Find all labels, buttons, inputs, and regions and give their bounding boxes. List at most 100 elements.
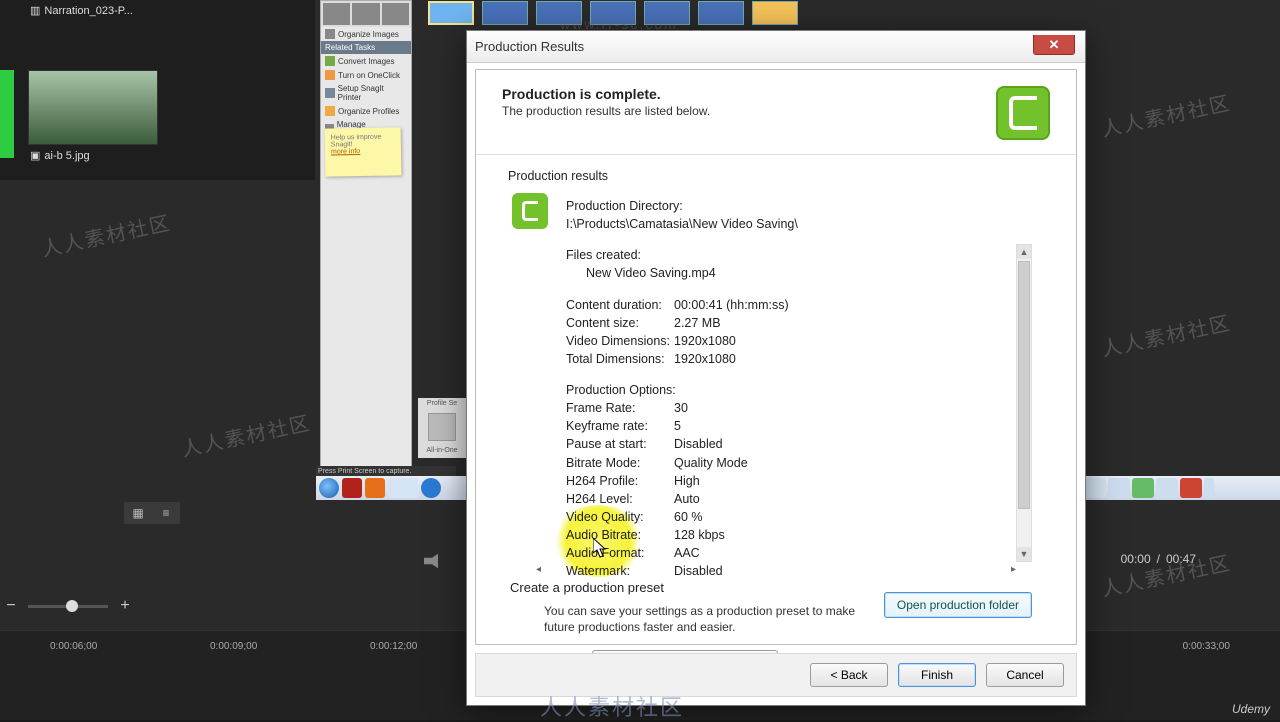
ruler-tick: 0:00:33;00 [1183, 641, 1230, 661]
results-title: Production results [508, 169, 1070, 183]
tray-more[interactable] [1204, 478, 1214, 498]
preset-menu-time[interactable] [752, 1, 798, 25]
preset-web[interactable] [698, 1, 744, 25]
row-value: AAC [674, 544, 700, 562]
tray-rec[interactable] [1180, 478, 1202, 498]
time-readout: 00:00 / 00:47 [1121, 552, 1196, 566]
zoom-in-button[interactable]: + [118, 597, 132, 615]
row-value: High [674, 472, 700, 490]
list-view-icon[interactable]: ≡ [152, 502, 180, 524]
tray-camtasia[interactable] [1132, 478, 1154, 498]
media-item-audio[interactable]: ▥ Narration_023-P... [28, 0, 168, 21]
selection-indicator [0, 70, 14, 158]
row-label: H264 Level: [566, 490, 674, 508]
production-results-dialog: Production Results ✕ Production is compl… [466, 30, 1086, 706]
narration-filename: Narration_023-P... [44, 5, 132, 17]
firefox-icon[interactable] [365, 478, 385, 498]
close-button[interactable]: ✕ [1033, 35, 1075, 55]
row-label: Frame Rate: [566, 399, 674, 417]
image-thumb [28, 70, 158, 145]
dir-label: Production Directory: [566, 197, 1070, 215]
transport-controls [424, 546, 464, 576]
dialog-content: Production is complete. The production r… [475, 69, 1077, 645]
zoom-out-button[interactable]: − [4, 597, 18, 615]
option-row: H264 Level:Auto [566, 490, 1070, 508]
dir-value: I:\Products\Camatasia\New Video Saving\ [566, 215, 1070, 233]
zoom-thumb[interactable] [66, 600, 78, 612]
panel-thumbs [321, 1, 411, 27]
grid-view-icon[interactable]: ▦ [124, 502, 152, 524]
inner-taskbar-right [1080, 476, 1280, 500]
option-row: Audio Format:AAC [566, 544, 1070, 562]
row-value: 1920x1080 [674, 350, 736, 368]
mute-icon[interactable] [424, 553, 444, 569]
result-row: Content duration:00:00:41 (hh:mm:ss) [566, 296, 1070, 314]
open-production-folder-button[interactable]: Open production folder [884, 592, 1032, 618]
back-button[interactable]: < Back [810, 663, 888, 687]
start-button[interactable] [319, 478, 339, 498]
row-value: 30 [674, 399, 688, 417]
row-label: Pause at start: [566, 435, 674, 453]
sticky-link[interactable]: more info [331, 148, 360, 156]
udemy-logo: Udemy [1232, 702, 1270, 716]
media-item-image[interactable]: ▣ ai-b 5.jpg [28, 70, 168, 166]
row-value: Quality Mode [674, 454, 748, 472]
timeline-zoom: − + [4, 596, 154, 616]
scroll-up-icon[interactable]: ▲ [1017, 245, 1031, 259]
option-row: Keyframe rate:5 [566, 417, 1070, 435]
sticky-note[interactable]: Help us improve Snagit! more info [325, 127, 402, 176]
clip-icon: ▥ [30, 4, 40, 17]
task-convert[interactable]: Convert Images [321, 54, 411, 68]
row-value: 128 kbps [674, 526, 725, 544]
option-row: H264 Profile:High [566, 472, 1070, 490]
tray-app3[interactable] [1156, 478, 1178, 498]
finish-button[interactable]: Finish [898, 663, 976, 687]
preset-pdf[interactable] [590, 1, 636, 25]
option-row: Video Quality:60 % [566, 508, 1070, 526]
h-scroll-arrows: ◂▸ [536, 564, 1016, 578]
close-icon: ✕ [1049, 37, 1060, 53]
adobe-icon[interactable] [342, 478, 362, 498]
preset-fullscreen[interactable] [482, 1, 528, 25]
camtasia-logo [996, 86, 1050, 140]
dialog-title: Production Results [475, 39, 584, 54]
dialog-titlebar[interactable]: Production Results [467, 31, 1085, 63]
dialog-subheading: The production results are listed below. [502, 104, 710, 118]
option-row: Pause at start:Disabled [566, 435, 1070, 453]
profile-selector[interactable]: Profile Se All-in-One [418, 398, 466, 458]
sticky-text: Help us improve [331, 134, 382, 142]
row-label: Audio Bitrate: [566, 526, 674, 544]
results-section: Production results Production Directory:… [476, 155, 1076, 586]
dialog-button-bar: < Back Finish Cancel [475, 653, 1077, 697]
task-profiles[interactable]: Organize Profiles [321, 104, 411, 118]
camtasia-logo-small [512, 193, 548, 229]
scroll-down-icon[interactable]: ▼ [1017, 547, 1031, 561]
ruler-tick: 0:00:09;00 [210, 641, 257, 661]
row-label: Total Dimensions: [566, 350, 674, 368]
row-value: Auto [674, 490, 700, 508]
image-filename: ai-b 5.jpg [44, 150, 89, 162]
zoom-slider[interactable] [28, 605, 108, 608]
row-label: Content size: [566, 314, 674, 332]
preset-share[interactable] [644, 1, 690, 25]
task-oneclick[interactable]: Turn on OneClick [321, 68, 411, 82]
results-details: Production Directory: I:\Products\Camata… [566, 197, 1070, 580]
result-row: Content size:2.27 MB [566, 314, 1070, 332]
scrollbar-thumb[interactable] [1018, 261, 1030, 509]
preset-all-in-one[interactable] [428, 1, 474, 25]
preset-copy[interactable] [536, 1, 582, 25]
tray-app2[interactable] [1108, 478, 1130, 498]
image-icon: ▣ [30, 149, 40, 162]
files-label: Files created: [566, 246, 1070, 264]
tray-app1[interactable] [1084, 478, 1106, 498]
row-label: Video Quality: [566, 508, 674, 526]
organize-images[interactable]: Organize Images [321, 27, 411, 41]
view-toggle[interactable]: ▦ ≡ [124, 502, 180, 524]
cancel-button[interactable]: Cancel [986, 663, 1064, 687]
explorer-icon[interactable] [388, 478, 418, 498]
results-scrollbar[interactable]: ▲ ▼ [1016, 244, 1032, 562]
dialog-header: Production is complete. The production r… [476, 70, 1076, 154]
ie-icon[interactable] [421, 478, 441, 498]
row-value: 5 [674, 417, 681, 435]
task-printer[interactable]: Setup SnagIt Printer [321, 82, 411, 104]
